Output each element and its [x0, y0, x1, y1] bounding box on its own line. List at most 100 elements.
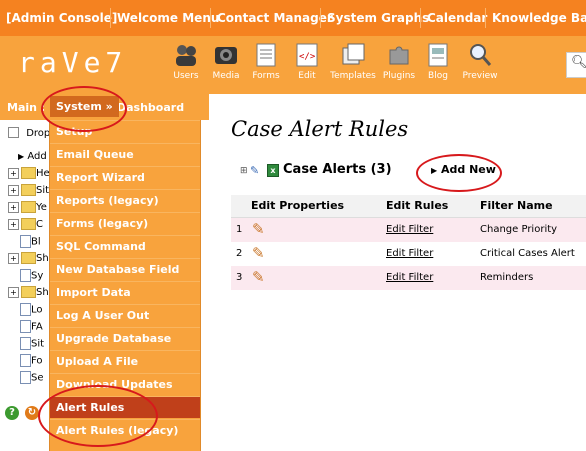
- tree-item[interactable]: + Sh: [8, 252, 49, 264]
- expand-icon[interactable]: +: [8, 184, 19, 196]
- tree-item-label: Sy: [31, 270, 44, 282]
- tree-item[interactable]: Fo: [8, 354, 43, 367]
- tree-item-label: Ye: [36, 202, 47, 213]
- tree-item-label: Fo: [31, 355, 43, 367]
- add-label: Add: [27, 151, 47, 162]
- tree-item[interactable]: + Ye: [8, 201, 47, 213]
- page-title: Case Alert Rules: [231, 117, 409, 141]
- folder-icon: [21, 167, 36, 179]
- table-header: Edit Properties Edit Rules Filter Name: [231, 195, 586, 218]
- nav-admin-console[interactable]: [Admin Console]: [6, 11, 117, 25]
- preview-label: Preview: [462, 71, 498, 81]
- tree-item[interactable]: Sy: [8, 269, 43, 282]
- expand-icon[interactable]: +: [8, 201, 19, 213]
- filter-name: Change Priority: [480, 224, 558, 235]
- nav-contact-manager[interactable]: Contact Manager: [217, 11, 333, 25]
- blog-icon: [425, 42, 451, 68]
- menu-item-reports-legacy[interactable]: Reports (legacy): [50, 189, 200, 211]
- menu-item-forms-legacy[interactable]: Forms (legacy): [50, 212, 200, 234]
- edit-filter-link[interactable]: Edit Filter: [386, 272, 433, 283]
- document-icon: [20, 235, 31, 248]
- main-link[interactable]: Main :: [7, 101, 45, 114]
- document-icon: [20, 354, 31, 367]
- form-icon: [253, 42, 279, 68]
- nav-calendar[interactable]: Calendar: [427, 11, 487, 25]
- blog-button[interactable]: Blog: [415, 42, 461, 81]
- expand-icon[interactable]: +: [8, 167, 19, 179]
- menu-item-report-wizard[interactable]: Report Wizard: [50, 166, 200, 188]
- tree-item-label: He: [36, 168, 50, 179]
- expand-icon[interactable]: +: [8, 218, 19, 230]
- tree-item[interactable]: Bl: [8, 235, 41, 248]
- pencil-icon[interactable]: ✎: [252, 244, 265, 262]
- help-icon[interactable]: ?: [5, 406, 19, 420]
- tree-item-label: Bl: [31, 236, 41, 248]
- document-icon: [20, 337, 31, 350]
- expand-icon[interactable]: +: [8, 286, 19, 298]
- row-number: 1: [236, 224, 243, 235]
- templates-button[interactable]: Templates: [330, 42, 376, 81]
- tree-item[interactable]: Se: [8, 371, 44, 384]
- tree-item-label: Lo: [31, 304, 43, 316]
- dashboard-link[interactable]: Dashboard: [117, 101, 184, 114]
- refresh-icon[interactable]: ↻: [25, 406, 39, 420]
- nav-separator: [485, 8, 486, 28]
- folder-icon: [21, 286, 36, 298]
- edit-filter-link[interactable]: Edit Filter: [386, 224, 433, 235]
- expand-icon[interactable]: +: [8, 252, 19, 264]
- column-header: Edit Rules: [386, 199, 449, 212]
- menu-item-upload-file[interactable]: Upload A File: [50, 350, 200, 372]
- pencil-icon[interactable]: ✎: [252, 220, 265, 238]
- menu-item-upgrade-database[interactable]: Upgrade Database: [50, 327, 200, 349]
- tree-item[interactable]: + Sh: [8, 286, 49, 298]
- nav-system-graphs[interactable]: System Graphs: [327, 11, 429, 25]
- menu-item-email-queue[interactable]: Email Queue: [50, 143, 200, 165]
- tree-item[interactable]: + He: [8, 167, 50, 179]
- drop-label: Drop: [26, 127, 51, 139]
- pencil-icon[interactable]: ✎: [250, 164, 259, 177]
- annotation-ellipse-add-new: [416, 154, 502, 192]
- svg-text:</>: </>: [299, 52, 316, 62]
- document-icon: [20, 320, 31, 333]
- menu-item-import-data[interactable]: Import Data: [50, 281, 200, 303]
- filter-name: Reminders: [480, 272, 534, 283]
- edit-filter-link[interactable]: Edit Filter: [386, 248, 433, 259]
- main-content: Case Alert Rules ⊞ ✎ x Case Alerts (3) ▶…: [209, 94, 586, 451]
- document-icon: [20, 371, 31, 384]
- drop-row[interactable]: Drop: [8, 127, 50, 139]
- tree-item-label: Sit: [36, 185, 50, 196]
- forms-button[interactable]: Forms: [243, 42, 289, 81]
- triangle-right-icon: ▶: [18, 152, 25, 161]
- tree-item[interactable]: Lo: [8, 303, 43, 316]
- folder-icon: [21, 252, 36, 264]
- nav-separator: [320, 8, 321, 28]
- edit-button[interactable]: </> Edit: [284, 42, 330, 81]
- checkbox[interactable]: [8, 127, 19, 138]
- tree-item[interactable]: Sit: [8, 337, 44, 350]
- row-number: 2: [236, 248, 243, 259]
- pencil-icon[interactable]: ✎: [252, 268, 265, 286]
- annotation-ellipse-alert-rules: [38, 385, 158, 447]
- menu-item-new-database-field[interactable]: New Database Field: [50, 258, 200, 280]
- nav-knowledge-base[interactable]: Knowledge Base: [492, 11, 586, 25]
- tree-item[interactable]: + C: [8, 218, 43, 230]
- tree-item[interactable]: FA: [8, 320, 43, 333]
- excel-icon[interactable]: x: [267, 164, 279, 177]
- tree-item-label: Se: [31, 372, 44, 384]
- folder-icon: [21, 201, 36, 213]
- search-icon: 🔍︎: [571, 55, 586, 70]
- add-row[interactable]: ▶ Add: [18, 151, 47, 162]
- search-input[interactable]: 🔍︎: [566, 52, 586, 78]
- table-row: 2 ✎ Edit Filter Critical Cases Alert: [231, 242, 586, 266]
- folder-icon: [21, 218, 36, 230]
- preview-button[interactable]: Preview: [457, 42, 503, 81]
- document-icon: [20, 269, 31, 282]
- top-nav: [Admin Console] Welcome Menu Contact Man…: [0, 0, 586, 36]
- nav-welcome-menu[interactable]: Welcome Menu: [117, 11, 219, 25]
- table-row: 1 ✎ Edit Filter Change Priority: [231, 218, 586, 242]
- menu-item-sql-command[interactable]: SQL Command: [50, 235, 200, 257]
- forms-label: Forms: [252, 71, 280, 81]
- tree-item[interactable]: + Sit: [8, 184, 49, 196]
- expand-icon[interactable]: ⊞: [240, 166, 248, 176]
- menu-item-log-user-out[interactable]: Log A User Out: [50, 304, 200, 326]
